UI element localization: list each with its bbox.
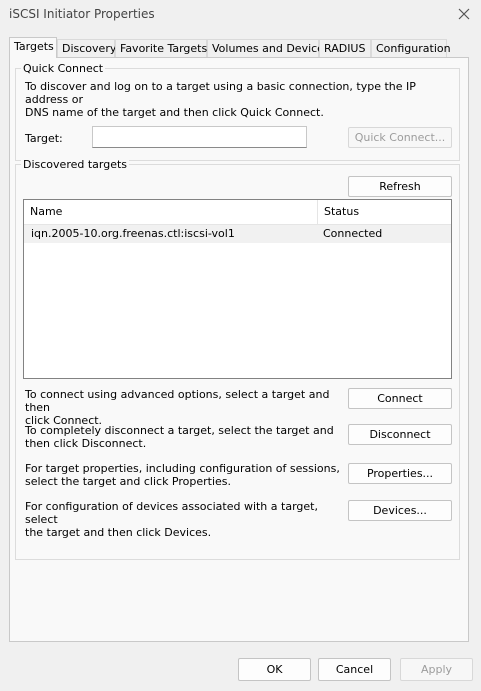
properties-button[interactable]: Properties... — [348, 463, 452, 484]
targets-list-header: Name Status — [24, 200, 451, 225]
cancel-button[interactable]: Cancel — [318, 658, 391, 681]
column-name[interactable]: Name — [24, 200, 317, 224]
disconnect-description-line2: then click Disconnect. — [25, 437, 147, 450]
quick-connect-button[interactable]: Quick Connect... — [348, 127, 452, 148]
apply-button[interactable]: Apply — [400, 658, 473, 681]
devices-description: For configuration of devices associated … — [25, 500, 345, 539]
devices-description-line1: For configuration of devices associated … — [25, 500, 318, 526]
connect-description-line1: To connect using advanced options, selec… — [25, 388, 330, 414]
targets-panel: Quick Connect To discover and log on to … — [9, 57, 469, 642]
discovered-targets-group: Discovered targets Refresh Name Status i… — [15, 158, 460, 560]
ok-button[interactable]: OK — [238, 658, 311, 681]
quick-connect-legend: Quick Connect — [21, 62, 106, 75]
target-status-cell: Connected — [323, 227, 383, 240]
disconnect-button[interactable]: Disconnect — [348, 424, 452, 445]
tab-targets[interactable]: Targets — [9, 37, 57, 58]
properties-description: For target properties, including configu… — [25, 462, 345, 488]
target-name-cell: iqn.2005-10.org.freenas.ctl:iscsi-vol1 — [31, 227, 235, 240]
quick-connect-description-line2: DNS name of the target and then click Qu… — [25, 106, 324, 119]
quick-connect-description: To discover and log on to a target using… — [25, 80, 455, 119]
table-row[interactable]: iqn.2005-10.org.freenas.ctl:iscsi-vol1 C… — [24, 225, 451, 243]
tab-favorite-targets[interactable]: Favorite Targets — [115, 39, 207, 57]
disconnect-description-line1: To completely disconnect a target, selec… — [25, 424, 334, 437]
quick-connect-description-line1: To discover and log on to a target using… — [25, 80, 416, 106]
window-title: iSCSI Initiator Properties — [9, 7, 155, 21]
tab-discovery[interactable]: Discovery — [57, 39, 116, 57]
connect-description: To connect using advanced options, selec… — [25, 388, 345, 427]
title-bar: iSCSI Initiator Properties — [0, 0, 481, 30]
close-icon — [458, 8, 470, 20]
properties-description-line2: select the target and click Properties. — [25, 475, 232, 488]
close-button[interactable] — [452, 3, 476, 25]
target-input[interactable] — [92, 126, 307, 148]
column-status[interactable]: Status — [318, 200, 451, 224]
connect-button[interactable]: Connect — [348, 388, 452, 409]
target-label: Target: — [25, 132, 63, 145]
discovered-targets-legend: Discovered targets — [21, 158, 130, 171]
targets-list[interactable]: Name Status iqn.2005-10.org.freenas.ctl:… — [23, 199, 452, 379]
devices-button[interactable]: Devices... — [348, 500, 452, 521]
tab-strip: Targets Discovery Favorite Targets Volum… — [9, 37, 469, 58]
quick-connect-group: Quick Connect To discover and log on to … — [15, 62, 460, 161]
refresh-button[interactable]: Refresh — [348, 176, 452, 197]
properties-description-line1: For target properties, including configu… — [25, 462, 340, 475]
tab-radius[interactable]: RADIUS — [319, 39, 371, 57]
tab-configuration[interactable]: Configuration — [371, 39, 451, 57]
disconnect-description: To completely disconnect a target, selec… — [25, 424, 345, 450]
devices-description-line2: the target and then click Devices. — [25, 526, 212, 539]
tab-volumes-and-devices[interactable]: Volumes and Devices — [207, 39, 330, 57]
